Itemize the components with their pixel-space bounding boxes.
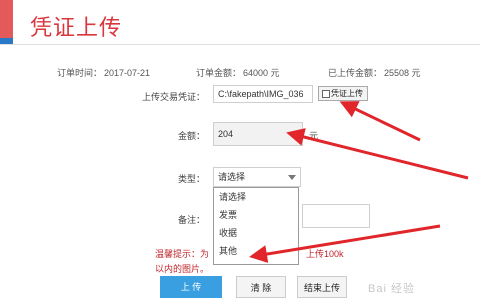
tip-text-head: 温馨提示：为	[155, 249, 210, 259]
uploaded-amount: 已上传金额： 25508 元	[328, 66, 421, 79]
order-amount: 订单金额： 64000 元	[196, 66, 280, 79]
arrow-to-checkbox	[339, 101, 421, 142]
order-time-value: 2017-07-21	[104, 68, 151, 78]
order-time-label: 订单时间：	[57, 68, 103, 78]
title-divider	[0, 44, 480, 45]
amount-label: 金额：	[177, 131, 205, 141]
tip-text-line2: 以内的图片。	[155, 264, 210, 274]
uploaded-amount-value: 25508 元	[384, 68, 421, 78]
amount-input[interactable]: 204	[213, 122, 303, 146]
clear-button[interactable]: 清 除	[236, 276, 286, 298]
upload-voucher-checkbox-label: 凭证上传	[331, 89, 363, 98]
dropdown-option-receipt[interactable]: 收据	[214, 224, 298, 242]
finish-upload-button[interactable]: 结束上传	[297, 276, 347, 298]
chevron-down-icon[interactable]	[288, 175, 296, 180]
tip-text-tail: 上传100k	[306, 249, 344, 259]
dropdown-option-invoice[interactable]: 发票	[214, 206, 298, 224]
note-label: 备注：	[177, 215, 205, 225]
watermark: Bai 经验	[368, 283, 415, 295]
checkbox-icon[interactable]	[322, 90, 330, 98]
upload-button[interactable]: 上 传	[160, 276, 222, 298]
type-dropdown-menu: 请选择 发票 收据 其他	[213, 187, 299, 265]
amount-unit: 元	[309, 131, 319, 141]
type-select-value: 请选择	[218, 172, 246, 182]
order-amount-label: 订单金额：	[196, 68, 242, 78]
page-title: 凭证上传	[30, 15, 123, 40]
file-path-field[interactable]: C:\fakepath\IMG_036	[213, 85, 313, 103]
dropdown-option-other[interactable]: 其他	[214, 242, 298, 260]
uploaded-amount-label: 已上传金额：	[328, 68, 383, 78]
order-time: 订单时间： 2017-07-21	[57, 66, 150, 79]
voucher-label: 上传交易凭证：	[141, 92, 205, 102]
header-accent-bar	[0, 0, 13, 38]
upload-voucher-checkbox[interactable]: 凭证上传	[318, 86, 368, 101]
arrow-to-amount	[286, 128, 469, 180]
type-label: 类型：	[177, 174, 205, 184]
order-amount-value: 64000 元	[243, 68, 280, 78]
type-select[interactable]: 请选择	[213, 167, 301, 187]
note-input[interactable]	[302, 204, 370, 228]
dropdown-option-please-select[interactable]: 请选择	[214, 188, 298, 206]
